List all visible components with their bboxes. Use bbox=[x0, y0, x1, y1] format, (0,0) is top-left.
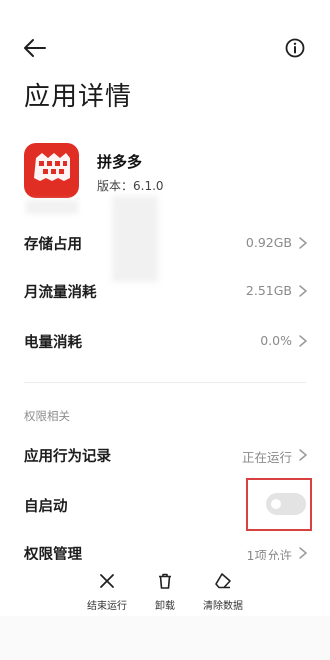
section-header: 权限相关 bbox=[24, 409, 70, 423]
divider bbox=[24, 382, 306, 383]
trash-icon bbox=[159, 573, 171, 589]
close-icon bbox=[100, 574, 114, 588]
action-label: 清除数据 bbox=[203, 601, 243, 612]
blurred-region bbox=[26, 200, 78, 214]
page-title: 应用详情 bbox=[24, 82, 133, 112]
row-label: 电量消耗 bbox=[24, 335, 82, 351]
chevron-right-icon bbox=[299, 547, 308, 559]
row-storage[interactable]: 存储占用 0.92GB bbox=[0, 218, 330, 268]
row-value: 正在运行 bbox=[241, 450, 292, 465]
chevron-right-icon bbox=[299, 449, 308, 461]
row-battery-usage[interactable]: 电量消耗 0.0% bbox=[0, 316, 330, 366]
row-app-behavior-log[interactable]: 应用行为记录 正在运行 bbox=[0, 430, 330, 480]
pinduoduo-logo-icon bbox=[24, 143, 79, 198]
clear-data-button[interactable]: 清除数据 bbox=[188, 572, 258, 612]
row-label: 月流量消耗 bbox=[24, 285, 97, 301]
row-label: 存储占用 bbox=[24, 237, 82, 253]
eraser-icon bbox=[215, 573, 231, 589]
app-name: 拼多多 bbox=[97, 153, 143, 171]
app-version: 版本：6.1.0 bbox=[97, 179, 164, 193]
row-label: 自启动 bbox=[24, 499, 68, 515]
row-data-usage[interactable]: 月流量消耗 2.51GB bbox=[0, 266, 330, 316]
chevron-right-icon bbox=[299, 237, 308, 249]
chevron-right-icon bbox=[299, 335, 308, 347]
info-icon bbox=[285, 38, 305, 58]
chevron-right-icon bbox=[299, 285, 308, 297]
back-button[interactable] bbox=[22, 36, 48, 60]
info-button[interactable] bbox=[284, 37, 306, 59]
row-value: 2.51GB bbox=[245, 283, 292, 298]
highlight-box bbox=[246, 478, 312, 531]
bottom-navigation-area bbox=[0, 616, 330, 660]
back-arrow-icon bbox=[24, 39, 46, 57]
app-icon bbox=[24, 143, 79, 198]
row-value: 0.92GB bbox=[245, 235, 292, 250]
row-value: 0.0% bbox=[260, 333, 292, 348]
row-label: 应用行为记录 bbox=[24, 449, 111, 465]
